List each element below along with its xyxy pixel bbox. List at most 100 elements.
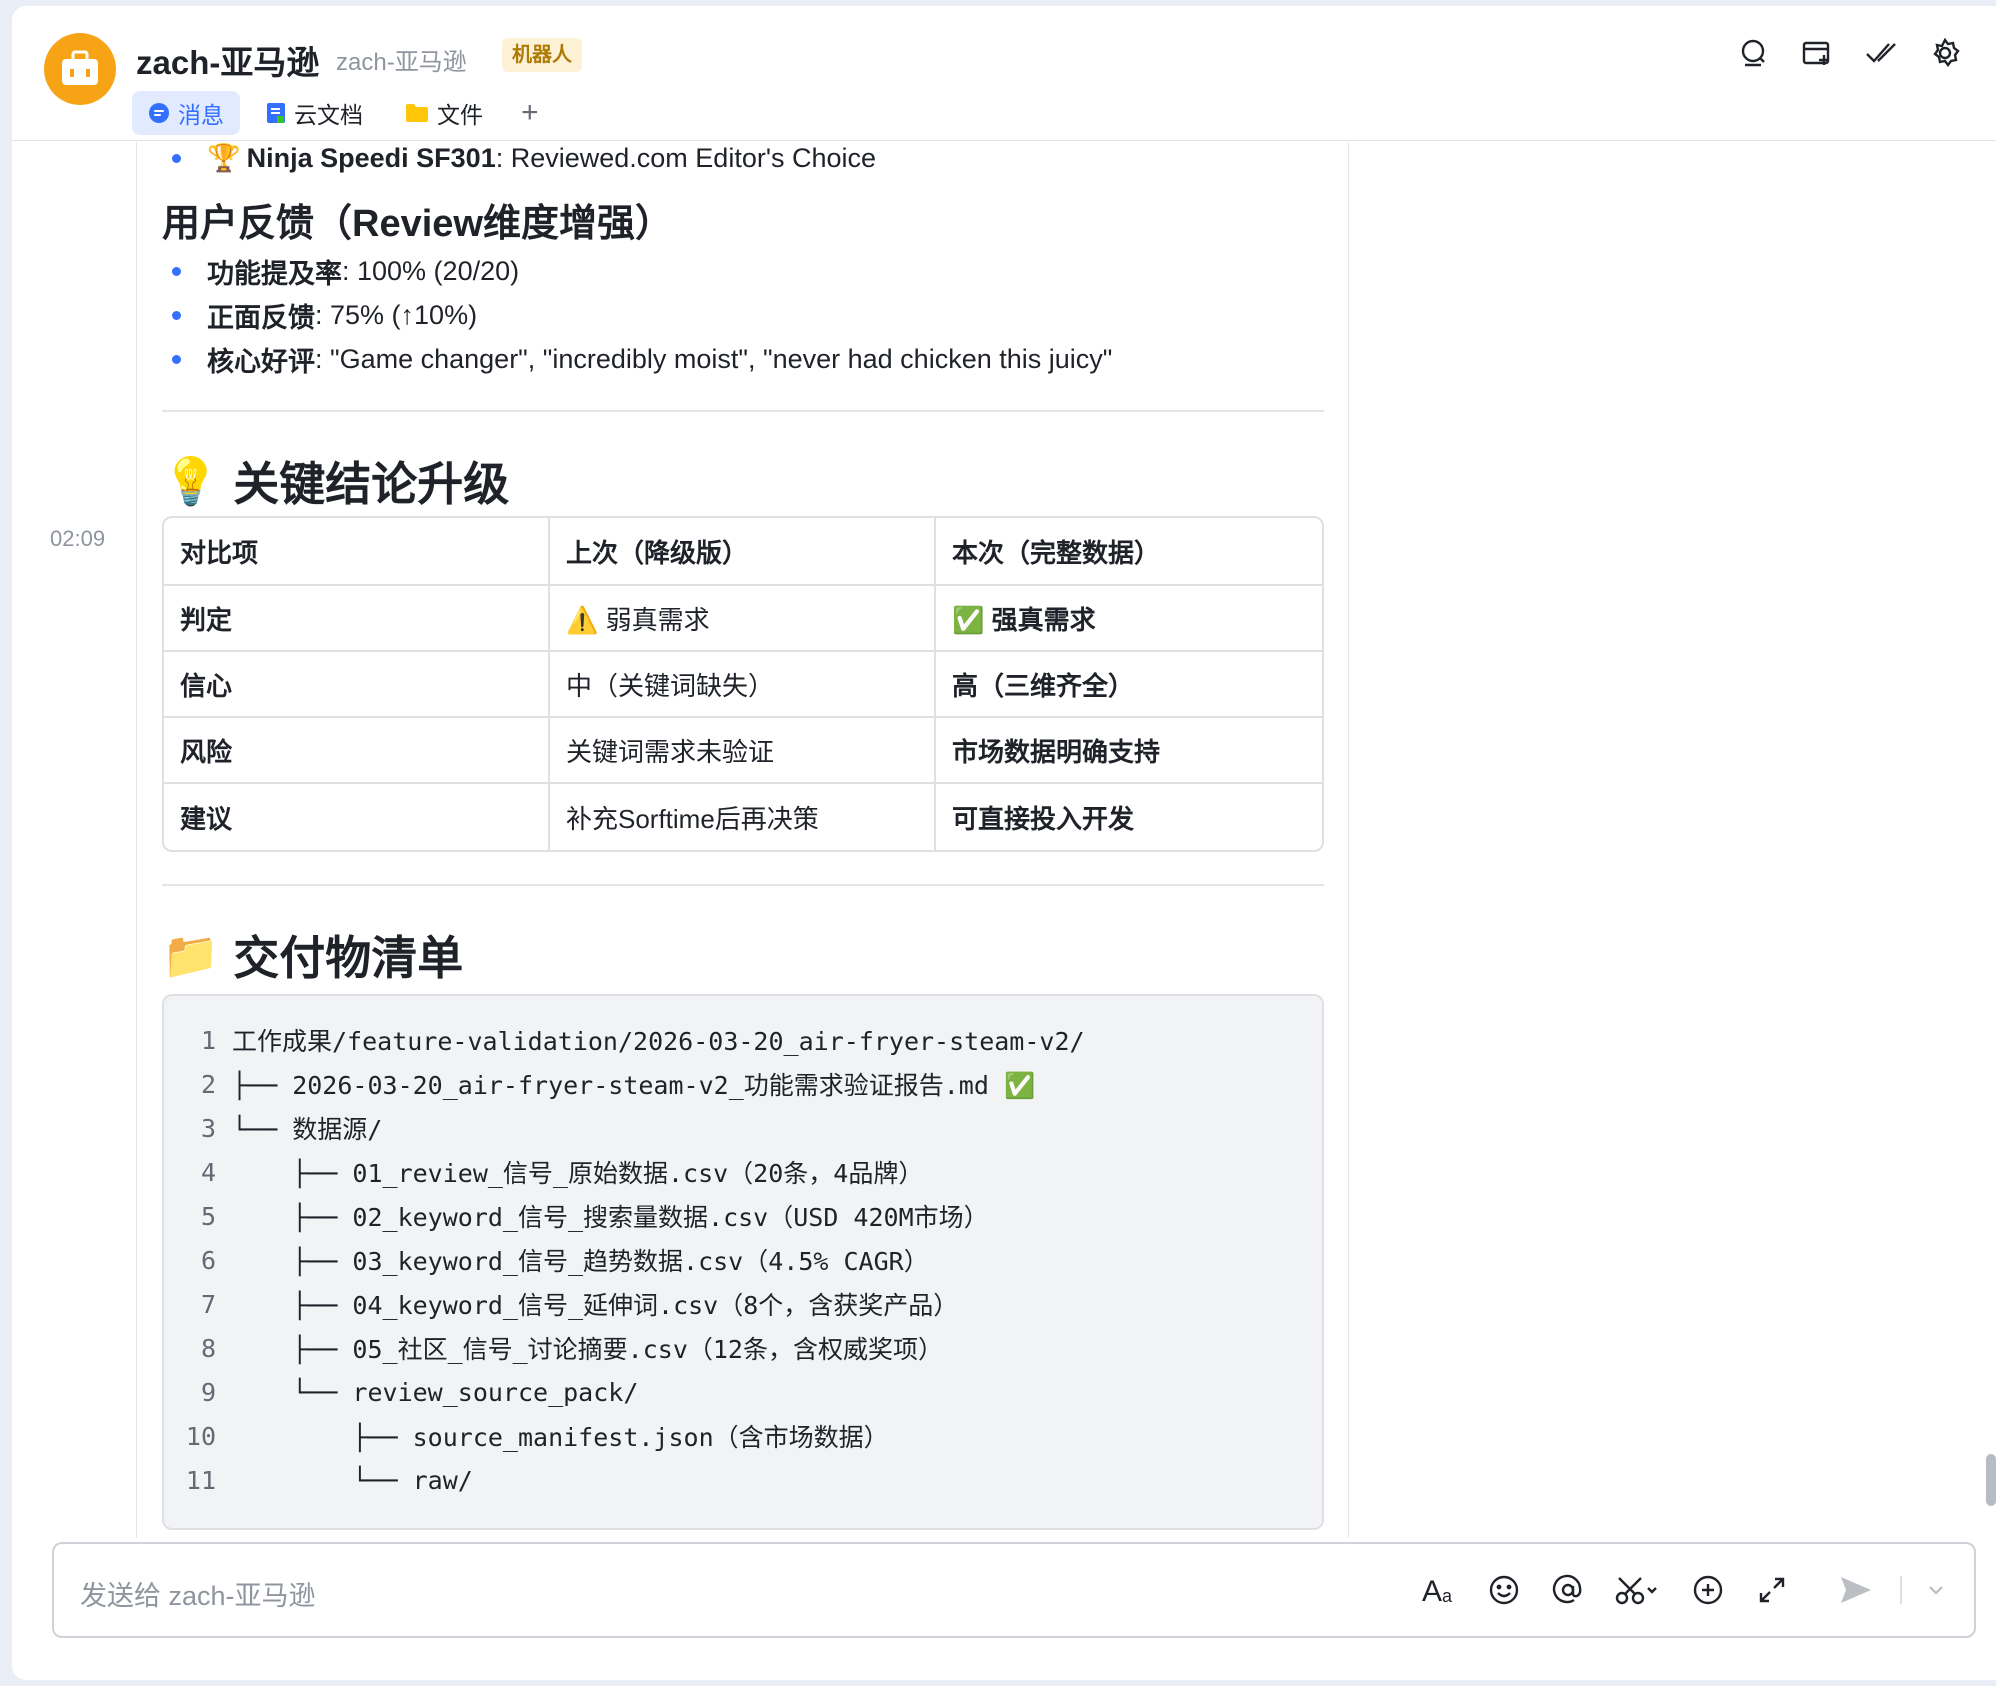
message-timestamp: 02:09 xyxy=(50,526,106,551)
code-line: 1 工作成果/feature-validation/2026-03-20_air-… xyxy=(164,1018,1322,1062)
doc-icon xyxy=(267,103,285,123)
conclusion-heading: 💡 关键结论升级 xyxy=(162,448,509,514)
composer-placeholder[interactable]: 发送给 zach-亚马逊 xyxy=(80,1574,316,1613)
bullet-dot xyxy=(172,311,181,320)
deliverables-heading: 📁 交付物清单 xyxy=(162,922,463,988)
code-line: 2 ├── 2026-03-20_air-fryer-steam-v2_功能需求验… xyxy=(164,1062,1322,1106)
list-item-text: : 75% (↑10%) xyxy=(315,300,478,330)
tab-files[interactable]: 文件 xyxy=(389,91,499,135)
table-cell: 补充Sorftime后再决策 xyxy=(550,784,936,850)
list-item-text: : Reviewed.com Editor's Choice xyxy=(495,142,877,173)
tab-messages[interactable]: 消息 xyxy=(132,91,240,135)
code-line: 10 ├── source_manifest.json（含市场数据） xyxy=(164,1414,1322,1458)
table-row: 判定 ⚠️ 弱真需求 ✅ 强真需求 xyxy=(164,586,1322,652)
message-right-border xyxy=(1348,142,1349,1538)
code-text: ├── source_manifest.json（含市场数据） xyxy=(232,1423,889,1452)
code-line: 8 ├── 05_社区_信号_讨论摘要.csv（12条，含权威奖项） xyxy=(164,1326,1322,1370)
list-item-bold: 功能提及率 xyxy=(207,259,342,289)
list-item-bold: 正面反馈 xyxy=(207,303,315,333)
text-format-icon[interactable]: Aa xyxy=(1420,1570,1460,1610)
header-actions xyxy=(1736,36,1962,70)
table-cell: ✅ 强真需求 xyxy=(936,586,1322,652)
scissors-icon[interactable] xyxy=(1612,1570,1664,1610)
line-number: 9 xyxy=(200,1377,216,1407)
send-icon[interactable] xyxy=(1836,1570,1876,1610)
code-line: 9 └── review_source_pack/ xyxy=(164,1370,1322,1414)
briefcase-icon xyxy=(62,50,98,85)
code-text: └── review_source_pack/ xyxy=(232,1377,639,1407)
emoji-icon[interactable] xyxy=(1484,1570,1524,1610)
line-number: 2 xyxy=(200,1069,216,1099)
bullet-dot xyxy=(172,355,181,364)
chat-header: zach-亚马逊 zach-亚马逊 机器人 消息 云文档 文件 + xyxy=(12,6,1996,141)
line-number: 8 xyxy=(200,1333,216,1363)
deliverables-heading-text: 交付物清单 xyxy=(233,932,464,984)
line-number: 10 xyxy=(185,1421,216,1451)
chat-window: zach-亚马逊 zach-亚马逊 机器人 消息 云文档 文件 + 02:09 … xyxy=(12,6,1996,1680)
code-text: ├── 01_review_信号_原始数据.csv（20条，4品牌） xyxy=(232,1159,924,1188)
tab-cloud-docs-label: 云文档 xyxy=(294,102,363,128)
table-cell: 建议 xyxy=(164,784,550,850)
svg-text:a: a xyxy=(1442,1586,1453,1606)
scrollbar-thumb[interactable] xyxy=(1986,1454,1996,1506)
code-line: 7 ├── 04_keyword_信号_延伸词.csv（8个，含获奖产品） xyxy=(164,1282,1322,1326)
list-item-text: : "Game changer", "incredibly moist", "n… xyxy=(315,344,1113,374)
mention-icon[interactable] xyxy=(1548,1570,1588,1610)
thread-divider xyxy=(136,142,137,1538)
code-line: 4 ├── 01_review_信号_原始数据.csv（20条，4品牌） xyxy=(164,1150,1322,1194)
expand-icon[interactable] xyxy=(1752,1570,1792,1610)
comparison-table: 对比项 上次（降级版） 本次（完整数据） 判定 ⚠️ 弱真需求 ✅ 强真需求 信… xyxy=(162,516,1324,852)
table-cell: 高（三维齐全） xyxy=(936,652,1322,718)
line-number: 4 xyxy=(200,1157,216,1187)
tab-cloud-docs[interactable]: 云文档 xyxy=(250,91,379,135)
line-number: 3 xyxy=(200,1113,216,1143)
settings-gear-icon[interactable] xyxy=(1928,36,1962,70)
code-text: 工作成果/feature-validation/2026-03-20_air-f… xyxy=(232,1027,1085,1056)
list-item: 正面反馈 : 75% (↑10%) xyxy=(172,296,477,335)
add-circle-icon[interactable] xyxy=(1688,1570,1728,1610)
svg-text:A: A xyxy=(1422,1575,1442,1606)
table-cell: 关键词需求未验证 xyxy=(550,718,936,784)
add-tab-icon[interactable] xyxy=(1800,36,1834,70)
line-number: 7 xyxy=(200,1289,216,1319)
chat-subtitle: zach-亚马逊 xyxy=(336,49,467,76)
composer-toolbar: Aa xyxy=(1420,1570,1946,1610)
list-item: 核心好评 : "Game changer", "incredibly moist… xyxy=(172,340,1112,379)
send-options-chevron-icon[interactable] xyxy=(1926,1570,1946,1610)
table-header-cell: 上次（降级版） xyxy=(550,518,936,586)
chat-title: zach-亚马逊 xyxy=(136,44,320,81)
table-cell: 信心 xyxy=(164,652,550,718)
code-text: ├── 04_keyword_信号_延伸词.csv（8个，含获奖产品） xyxy=(232,1291,959,1320)
search-chat-icon[interactable] xyxy=(1736,36,1770,70)
line-number: 11 xyxy=(185,1465,216,1495)
list-item: 功能提及率 : 100% (20/20) xyxy=(172,252,519,291)
folder-emoji-icon: 📁 xyxy=(162,928,220,981)
table-cell: 中（关键词缺失） xyxy=(550,652,936,718)
bullet-dot xyxy=(172,267,181,276)
tab-files-label: 文件 xyxy=(437,102,483,128)
code-line: 6 ├── 03_keyword_信号_趋势数据.csv（4.5% CAGR） xyxy=(164,1238,1322,1282)
divider xyxy=(162,410,1324,412)
code-line: 3 └── 数据源/ xyxy=(164,1106,1322,1150)
message-composer[interactable]: 发送给 zach-亚马逊 Aa xyxy=(52,1542,1976,1638)
line-number: 1 xyxy=(200,1025,216,1055)
code-block[interactable]: 1 工作成果/feature-validation/2026-03-20_air-… xyxy=(162,994,1324,1530)
table-cell: 判定 xyxy=(164,586,550,652)
add-tab-button[interactable]: + xyxy=(509,91,551,135)
send-separator xyxy=(1900,1576,1902,1604)
table-header-cell: 对比项 xyxy=(164,518,550,586)
bot-badge: 机器人 xyxy=(502,38,582,72)
bullet-dot xyxy=(172,153,181,163)
code-text: ├── 03_keyword_信号_趋势数据.csv（4.5% CAGR） xyxy=(232,1247,929,1276)
table-row: 信心 中（关键词缺失） 高（三维齐全） xyxy=(164,652,1322,718)
divider xyxy=(162,884,1324,886)
table-cell: 可直接投入开发 xyxy=(952,803,1135,834)
table-header-row: 对比项 上次（降级版） 本次（完整数据） xyxy=(164,518,1322,586)
code-text: ├── 02_keyword_信号_搜索量数据.csv（USD 420M市场） xyxy=(232,1203,989,1232)
line-number: 5 xyxy=(200,1201,216,1231)
table-cell: 市场数据明确支持 xyxy=(936,718,1322,784)
code-text: └── raw/ xyxy=(232,1465,473,1495)
bot-avatar[interactable] xyxy=(44,33,116,105)
code-line: 11 └── raw/ xyxy=(164,1458,1322,1502)
double-check-icon[interactable] xyxy=(1864,36,1898,70)
